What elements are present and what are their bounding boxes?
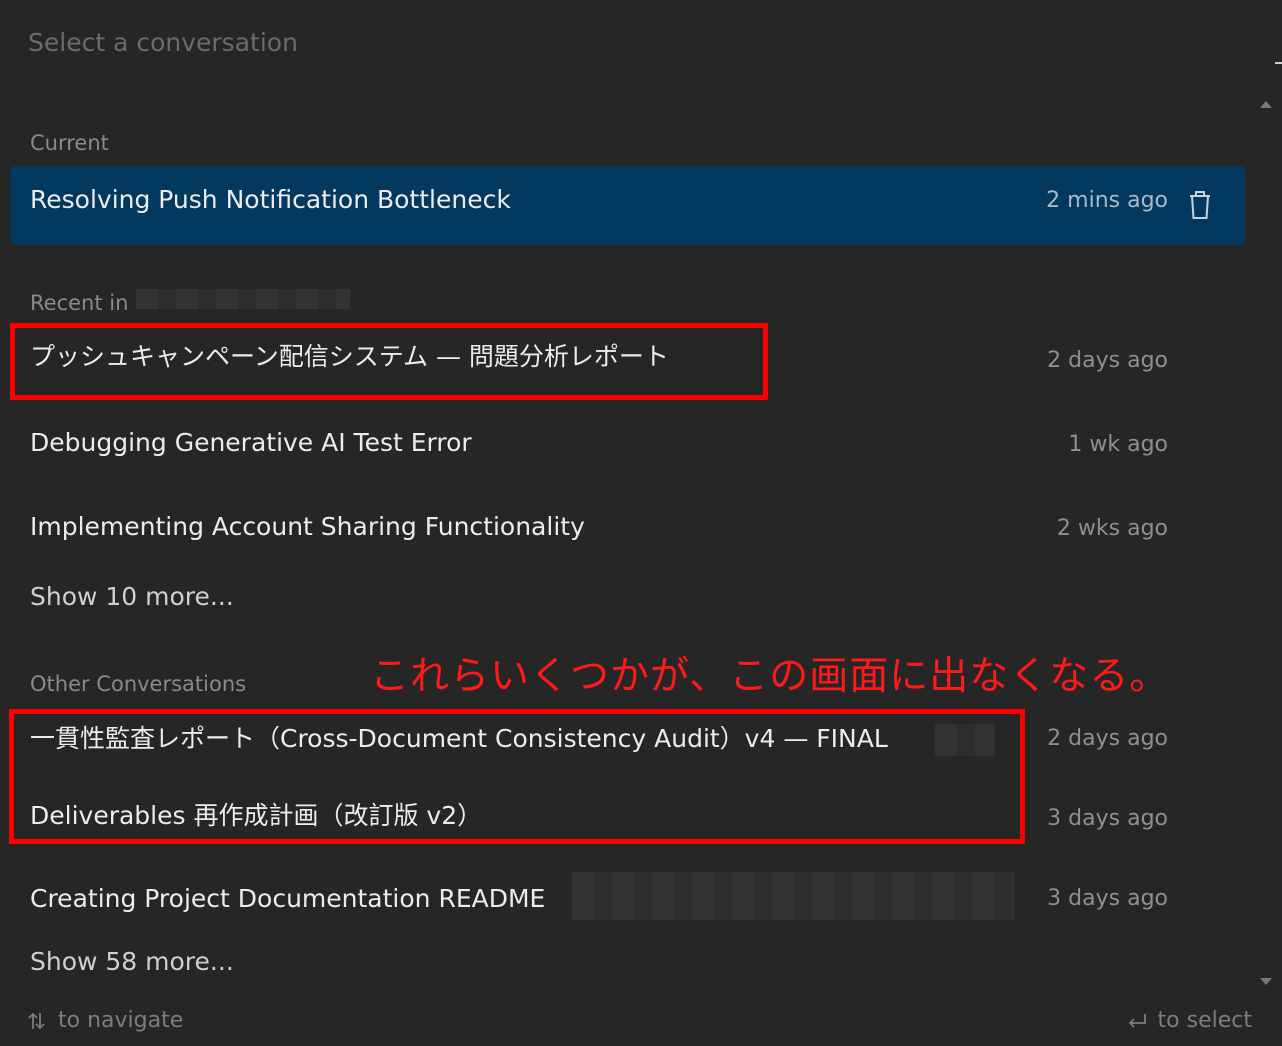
conversation-time: 3 days ago <box>1047 806 1168 831</box>
scroll-down-arrow-icon[interactable] <box>1260 978 1272 985</box>
conversation-time: 2 days ago <box>1047 348 1168 373</box>
footer-select-hint: to select <box>1126 1008 1252 1033</box>
annotation-text: これらいくつかが、この画面に出なくなる。 <box>370 654 1170 699</box>
conversation-row[interactable]: Debugging Generative AI Test Error 1 wk … <box>10 404 1245 484</box>
conversation-row-current[interactable]: Resolving Push Notification Bottleneck 2… <box>10 166 1245 245</box>
show-more-other-button[interactable]: Show 58 more... <box>30 947 234 976</box>
conversation-title: Creating Project Documentation README <box>30 884 546 913</box>
scrollbar-top-mark <box>1275 62 1282 64</box>
conversation-title: Resolving Push Notification Bottleneck <box>30 185 511 214</box>
annotation-highlight-box <box>9 709 1025 844</box>
redacted-text <box>572 872 1014 920</box>
trash-icon[interactable] <box>1188 190 1212 220</box>
conversation-time: 2 wks ago <box>1056 516 1168 541</box>
conversation-time: 2 mins ago <box>1046 188 1168 213</box>
return-arrow-icon <box>1128 1013 1146 1028</box>
redacted-workspace-name <box>136 289 350 309</box>
section-label-current: Current <box>30 131 109 155</box>
conversation-row[interactable]: Implementing Account Sharing Functionali… <box>10 488 1245 568</box>
conversation-picker: Current Resolving Push Notification Bott… <box>0 0 1282 1046</box>
footer-navigate-hint: to navigate <box>26 1008 183 1033</box>
show-more-recent-button[interactable]: Show 10 more... <box>30 582 234 611</box>
section-label-other: Other Conversations <box>30 672 247 696</box>
conversation-title: Implementing Account Sharing Functionali… <box>30 512 585 541</box>
updown-arrows-icon <box>28 1012 45 1029</box>
annotation-highlight-box <box>10 323 768 400</box>
conversation-search-input[interactable] <box>28 22 1208 62</box>
conversation-title: Debugging Generative AI Test Error <box>30 428 472 457</box>
conversation-time: 3 days ago <box>1047 886 1168 911</box>
section-label-recent: Recent in <box>30 291 129 315</box>
scroll-up-arrow-icon[interactable] <box>1260 101 1272 108</box>
footer-select-label: to select <box>1157 1008 1252 1033</box>
footer-navigate-label: to navigate <box>58 1008 184 1033</box>
conversation-time: 1 wk ago <box>1068 432 1168 457</box>
conversation-time: 2 days ago <box>1047 726 1168 751</box>
